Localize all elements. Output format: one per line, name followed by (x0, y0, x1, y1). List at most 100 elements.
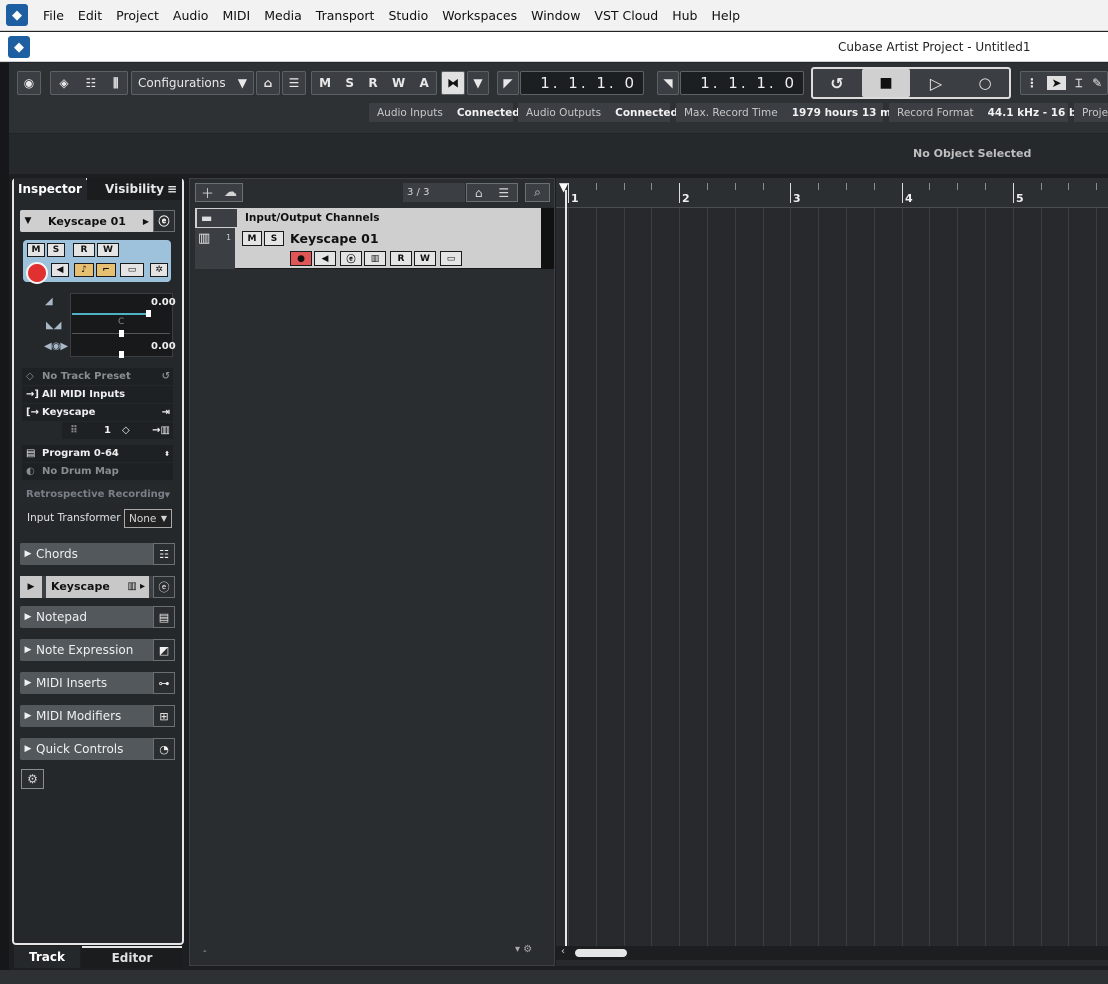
section-midi-modifiers[interactable]: ▶ MIDI Modifiers ⊞ (20, 705, 175, 727)
right-locator-icon[interactable]: ◥ (657, 71, 679, 95)
menu-transport[interactable]: Transport (309, 0, 382, 31)
left-locator-icon[interactable]: ◤ (497, 71, 519, 95)
track-record-button[interactable]: ● (290, 251, 312, 266)
inspector-mute-button[interactable]: M (27, 243, 45, 257)
menu-audio[interactable]: Audio (166, 0, 216, 31)
inspector-read-button[interactable]: R (73, 243, 95, 257)
menu-window[interactable]: Window (524, 0, 587, 31)
drum-map-row[interactable]: ◐ No Drum Map (22, 463, 173, 480)
global-write-button[interactable]: W (392, 76, 405, 90)
cycle-icon[interactable]: ↺ (815, 71, 859, 95)
volume-slider-handle[interactable] (146, 310, 151, 317)
edit-instrument-icon[interactable]: ⓔ (153, 576, 175, 598)
track-keyboard-icon[interactable]: ▥ (364, 251, 386, 266)
tab-editor[interactable]: Editor (82, 946, 182, 968)
track-write-button[interactable]: W (414, 251, 436, 266)
pointer-tool-icon[interactable]: ➤ (1047, 76, 1066, 90)
section-note-expression[interactable]: ▶ Note Expression ◩ (20, 639, 175, 661)
play-icon[interactable]: ▷ (913, 71, 959, 95)
pencil-tool-icon[interactable]: ✎ (1092, 76, 1102, 90)
snap-icon[interactable]: ⧓ (441, 71, 465, 95)
configurations-dropdown[interactable]: Configurations ▼ (131, 71, 254, 95)
view-toggle-group[interactable]: ◈ ☷ ⫼ (50, 71, 128, 95)
status-label: Max. Record Time (684, 106, 778, 119)
list-view-icon[interactable]: ☰ (282, 71, 306, 95)
record-enable-button[interactable] (26, 262, 48, 284)
track-solo-button[interactable]: S (264, 231, 284, 246)
menu-hub[interactable]: Hub (665, 0, 704, 31)
menu-project[interactable]: Project (109, 0, 166, 31)
scrollbar-thumb[interactable] (575, 949, 627, 957)
grid-line (873, 208, 875, 946)
track-preset-row[interactable]: ◇ No Track Preset ↺ (22, 368, 173, 385)
input-transformer-dropdown[interactable]: None ▼ (124, 509, 172, 528)
snap-dropdown-icon[interactable]: ▼ (467, 71, 489, 95)
edit-instrument-icon[interactable]: ⓔ (153, 210, 175, 232)
left-locator-display[interactable]: 1. 1. 1. 0 (520, 71, 644, 95)
range-tool-icon[interactable]: ⌶ (1075, 76, 1082, 91)
global-read-button[interactable]: R (368, 76, 377, 90)
inspector-track-header[interactable]: ▼ Keyscape 01 ▶ ⓔ (20, 210, 175, 232)
retrospective-recording-row[interactable]: Retrospective Recording ▼ (22, 486, 173, 503)
record-icon[interactable]: ○ (962, 71, 1008, 95)
program-row[interactable]: ▤ Program 0-64 ⬍ (22, 445, 173, 462)
midi-input-row[interactable]: →] All MIDI Inputs (22, 386, 173, 403)
freeze-icon[interactable]: ✲ (150, 263, 168, 277)
track-name[interactable]: Keyscape 01 (290, 231, 379, 246)
track-read-button[interactable]: R (390, 251, 412, 266)
pan-slider-handle[interactable] (119, 330, 124, 337)
lock-icon[interactable]: ⌐ (96, 263, 116, 277)
menu-studio[interactable]: Studio (381, 0, 435, 31)
tab-inspector[interactable]: Inspector (14, 178, 86, 200)
add-folder-icon[interactable]: ☁ (224, 185, 237, 200)
gear-icon[interactable]: ⚙ (21, 769, 44, 789)
menu-help[interactable]: Help (705, 0, 748, 31)
menu-workspaces[interactable]: Workspaces (435, 0, 524, 31)
list-view-icon[interactable]: ☰ (498, 186, 509, 200)
chevron-down-icon[interactable]: ▾ ⚙ (515, 944, 532, 955)
automation-mode-button[interactable]: A (420, 76, 429, 90)
section-quick-controls[interactable]: ▶ Quick Controls ◔ (20, 738, 175, 760)
section-chords[interactable]: ▶ Chords ☷ (20, 543, 175, 565)
menu-edit[interactable]: Edit (71, 0, 109, 31)
horizontal-scrollbar[interactable] (556, 946, 1108, 960)
monitor-icon[interactable]: ◀ (51, 263, 69, 277)
section-notepad[interactable]: ▶ Notepad ▤ (20, 606, 175, 628)
track-monitor-icon[interactable]: ◀ (314, 251, 336, 266)
global-solo-button[interactable]: S (345, 76, 354, 90)
global-mute-button[interactable]: M (319, 76, 331, 90)
track-mute-button[interactable]: M (242, 231, 262, 246)
search-icon[interactable]: ⌕ (525, 183, 550, 202)
inspector-write-button[interactable]: W (97, 243, 119, 257)
menu-vst-cloud[interactable]: VST Cloud (587, 0, 665, 31)
lanes-icon[interactable]: ▭ (120, 263, 144, 277)
output-edit-icon[interactable]: ⇥ (162, 407, 170, 418)
section-keyscape[interactable]: ▶ Keyscape ▥ ▸ ⓔ (20, 576, 175, 598)
menu-file[interactable]: File (36, 0, 71, 31)
activate-project-button[interactable]: ◉ (17, 71, 41, 95)
menu-icon[interactable]: ≡ (167, 182, 177, 196)
midi-output-label: Keyscape (42, 407, 96, 418)
home-icon[interactable]: ⌂ (475, 186, 483, 200)
section-midi-inserts[interactable]: ▶ MIDI Inserts ⊶ (20, 672, 175, 694)
menu-midi[interactable]: MIDI (215, 0, 257, 31)
home-icon[interactable]: ⌂ (256, 71, 280, 95)
tab-visibility[interactable]: Visibility ≡ (87, 178, 182, 200)
menu-media[interactable]: Media (257, 0, 309, 31)
track-lanes-icon[interactable]: ▭ (440, 251, 462, 266)
spin-icon[interactable]: ⬍ (164, 450, 170, 458)
right-locator-display[interactable]: 1. 1. 1. 0 (680, 71, 804, 95)
track-edit-instrument-icon[interactable]: ⓔ (340, 251, 362, 266)
reset-icon[interactable]: ↺ (162, 371, 170, 382)
keyboard-icon[interactable]: →▥ (152, 425, 170, 436)
ruler[interactable] (556, 178, 1108, 208)
inspector-solo-button[interactable]: S (47, 243, 65, 257)
add-track-icon[interactable]: ＋ (201, 183, 214, 202)
music-note-icon[interactable]: ♪ (74, 263, 94, 277)
scroll-left-icon[interactable]: ‹ (561, 946, 565, 957)
stop-icon[interactable]: ■ (862, 69, 910, 97)
tab-track[interactable]: Track (14, 946, 80, 968)
delay-slider-handle[interactable] (119, 351, 124, 358)
channel-row[interactable]: ⠿ 1 ◇ →▥ (62, 422, 173, 439)
midi-output-row[interactable]: [→ Keyscape ⇥ (22, 404, 173, 421)
